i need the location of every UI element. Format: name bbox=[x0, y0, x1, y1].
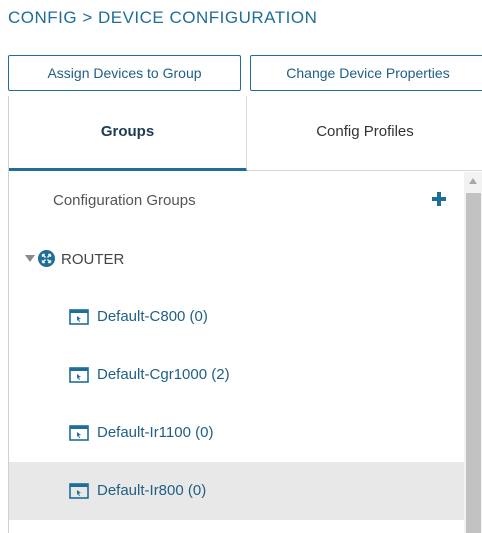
vertical-scrollbar[interactable] bbox=[464, 172, 482, 533]
config-group-icon bbox=[69, 483, 89, 499]
tree-item-label: Default-C800 (0) bbox=[97, 308, 208, 325]
router-icon bbox=[38, 250, 55, 267]
tree-item-default-ir1100[interactable]: Default-Ir1100 (0) bbox=[9, 404, 464, 462]
tree-item-label: Default-Ir1100 (0) bbox=[97, 424, 214, 441]
tab-bar: Groups Config Profiles bbox=[9, 96, 482, 171]
tab-config-profiles[interactable]: Config Profiles bbox=[247, 96, 482, 171]
tree-header-label: Configuration Groups bbox=[53, 192, 196, 209]
tree-item-label: Default-Ir800 (0) bbox=[97, 482, 207, 499]
change-device-properties-button[interactable]: Change Device Properties bbox=[250, 55, 482, 91]
plus-icon[interactable] bbox=[430, 190, 448, 208]
caret-down-icon[interactable] bbox=[25, 255, 35, 262]
config-group-icon bbox=[69, 425, 89, 441]
tree-node-router[interactable]: ROUTER bbox=[9, 228, 464, 288]
config-group-icon bbox=[69, 309, 89, 325]
breadcrumb: CONFIG > DEVICE CONFIGURATION bbox=[8, 8, 318, 27]
tree-header: Configuration Groups bbox=[9, 172, 464, 228]
scrollbar-thumb[interactable] bbox=[466, 193, 481, 533]
tree-node-router-label: ROUTER bbox=[61, 251, 125, 268]
assign-devices-to-group-button[interactable]: Assign Devices to Group bbox=[8, 55, 241, 91]
tree-item-label: Default-Cgr1000 (2) bbox=[97, 366, 230, 383]
tab-groups[interactable]: Groups bbox=[9, 96, 247, 171]
config-group-icon bbox=[69, 367, 89, 383]
tree-item-default-ir800[interactable]: Default-Ir800 (0) bbox=[9, 462, 464, 520]
tree-item-default-c800[interactable]: Default-C800 (0) bbox=[9, 288, 464, 346]
group-tree: Configuration Groups ROUTER Default-C800… bbox=[9, 172, 464, 533]
tree-item-default-cgr1000[interactable]: Default-Cgr1000 (2) bbox=[9, 346, 464, 404]
scroll-up-icon[interactable] bbox=[469, 178, 477, 184]
groups-panel: Groups Config Profiles Configuration Gro… bbox=[8, 96, 482, 533]
